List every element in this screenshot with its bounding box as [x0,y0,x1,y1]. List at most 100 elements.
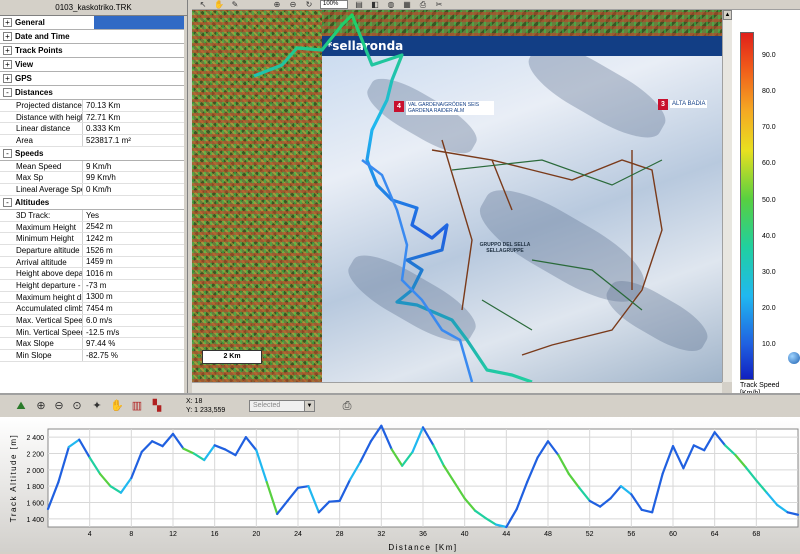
collapse-icon[interactable]: - [3,148,12,158]
x-tick-label: 24 [294,531,302,538]
x-tick-label: 40 [461,531,469,538]
section-date-and-time[interactable]: + Date and Time [0,30,187,44]
collapse-icon[interactable]: - [3,88,12,97]
map-icon[interactable]: ◧ [370,0,380,9]
y-tick-label: 2 000 [26,468,44,475]
altitude-profile[interactable]: 1 400 1 600 1 800 2 000 2 200 2 400 4 8 12 16 20 24… [0,417,800,552]
property-row: Lineal Average Speed0 Km/h [0,184,187,196]
profile-view-icon[interactable]: ⛰ [14,399,28,413]
property-row: Projected distance 70.13 Km [0,100,187,112]
section-distances[interactable]: - Distances [0,86,187,100]
tools-icon[interactable]: ✂ [434,0,444,9]
speed-legend: 90.0 80.0 70.0 60.0 50.0 40.0 30.0 20.0 10.0 Tra… [732,10,800,397]
expand-icon[interactable]: + [3,32,12,41]
property-value: 2542 m [86,222,113,232]
property-value: -12.5 m/s [86,327,120,337]
x-tick-label: 44 [502,531,510,538]
legend-tick-label: 50.0 [762,196,776,204]
property-value: -73 m [86,280,107,290]
section-track-points[interactable]: + Track Points [0,44,187,58]
zoom-select[interactable]: 100% [320,0,348,9]
property-value: 523817.1 m² [86,135,131,145]
property-row: Area 523817.1 m² [0,135,187,147]
x-tick-label: 52 [586,531,594,538]
map-scale: 2 Km [202,350,262,364]
property-name: Linear distance [0,123,83,135]
panel-splitter[interactable] [184,16,187,393]
chart-type-icon[interactable]: ▥ [130,399,144,413]
pan-tool-icon[interactable]: ✋ [110,399,124,413]
scroll-up-icon[interactable]: ▲ [723,10,732,20]
expand-icon[interactable]: + [3,60,12,69]
property-name: Height above departure [0,268,83,279]
property-row: 3D Track: Yes [0,209,187,222]
globe-icon[interactable] [788,352,800,364]
property-row: Minimum Height 1242 m [0,233,187,245]
expand-icon[interactable]: + [3,18,12,27]
property-value: -82.75 % [86,350,119,360]
select-tool-icon[interactable]: ✦ [90,399,104,413]
globe-icon[interactable]: ◍ [386,0,396,9]
property-value: 6.0 m/s [86,315,113,325]
property-row: Mean Speed 9 Km/h [0,160,187,173]
property-name: Max Sp [0,172,83,184]
property-value: 1526 m [86,245,113,255]
export-icon[interactable]: ⎙ [340,399,354,413]
legend-tick-label: 90.0 [762,52,776,59]
x-tick-label: 8 [129,531,133,538]
property-name: Projected distance [0,100,83,111]
property-name: Accumulated climb [0,303,83,314]
map-horizontal-scrollbar[interactable] [192,382,722,393]
chevron-down-icon[interactable]: ▼ [304,401,314,411]
track-properties-panel: 0103_kaskotriko.TRK + General + Date and… [0,0,188,393]
property-value: 1459 m [86,257,113,267]
map-view[interactable]: *sellaronda 4 VAL GARDENA/GRÖDEN SEIS GA… [192,10,722,382]
selection-dropdown[interactable]: Selected ▼ [249,400,315,412]
chart-speed-icon[interactable]: ▚ [150,399,164,413]
legend-tick-label: 10.0 [762,341,776,349]
property-row: Linear distance 0.333 Km [0,123,187,136]
collapse-icon[interactable]: - [3,197,12,207]
property-row: Maximum height difference1300 m [0,291,187,304]
x-axis-label: Distance [Km] [388,543,457,552]
section-view[interactable]: + View [0,58,187,72]
pointer-icon[interactable]: ↖ [198,0,208,9]
property-name: Lineal Average Speed [0,184,83,195]
legend-title-text: Track Speed [740,382,780,389]
property-value: 0 Km/h [86,184,112,194]
property-row: Departure altitude 1526 m [0,244,187,257]
print-icon[interactable]: ⎙ [418,0,428,9]
y-tick-label: 1 800 [26,484,44,491]
y-tick-label: 1 400 [26,517,44,524]
x-tick-label: 12 [169,531,177,538]
zoom-in-icon[interactable]: ⊕ [34,399,48,413]
expand-icon[interactable]: + [3,74,12,83]
legend-tick-label: 30.0 [762,268,776,276]
zoom-in-icon[interactable]: ⊕ [272,0,282,9]
map-vertical-scrollbar[interactable]: ▲ [722,10,732,382]
zoom-out-icon[interactable]: ⊖ [52,399,66,413]
section-speeds[interactable]: - Speeds [0,146,187,161]
measure-icon[interactable]: ✎ [230,0,240,9]
section-label: General [15,18,45,27]
x-tick-label: 28 [336,531,344,538]
zoom-refresh-icon[interactable]: ↻ [304,0,314,9]
property-row: Accumulated climb 7454 m [0,303,187,315]
section-general[interactable]: + General [0,16,187,30]
hand-pan-icon[interactable]: ✋ [214,0,224,9]
expand-icon[interactable]: + [3,46,12,55]
property-name: Minimum Height [0,233,83,244]
speed-color-scale [740,32,754,380]
zoom-fit-icon[interactable]: ⊙ [70,399,84,413]
section-altitudes[interactable]: - Altitudes [0,195,187,210]
property-value: 97.44 % [86,339,116,349]
layers-icon[interactable]: ▤ [354,0,364,9]
zoom-out-icon[interactable]: ⊖ [288,0,298,9]
property-row: Arrival altitude 1459 m [0,256,187,269]
property-name: Min Slope [0,350,83,361]
legend-tick-label: 20.0 [762,304,776,312]
grid-icon[interactable]: ▦ [402,0,412,9]
section-gps[interactable]: + GPS [0,72,187,86]
x-tick-label: 60 [669,531,677,538]
y-readout: Y: 1 233,559 [186,407,226,414]
